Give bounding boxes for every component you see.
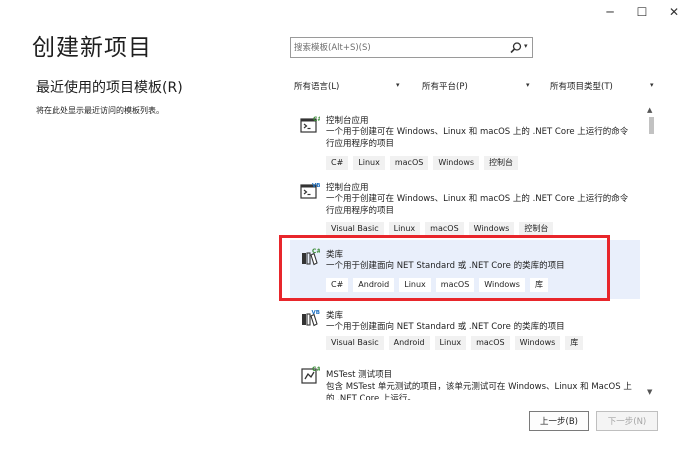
- tag-platform: macOS: [471, 336, 510, 350]
- template-tags: Visual Basic Linux macOS Windows 控制台: [326, 222, 554, 236]
- template-item-mstest[interactable]: C# MSTest 测试项目 包含 MSTest 单元测试的项目，该单元测试可在…: [290, 358, 640, 400]
- template-name: MSTest 测试项目: [326, 370, 393, 380]
- mstest-icon: C#: [301, 366, 320, 384]
- template-search-input[interactable]: [294, 40, 506, 56]
- chevron-down-icon: ▾: [526, 81, 530, 89]
- template-name: 控制台应用: [326, 183, 369, 193]
- template-name: 控制台应用: [326, 116, 369, 126]
- scroll-down-icon[interactable]: ▼: [647, 388, 652, 396]
- maximize-button[interactable]: ☐: [627, 3, 657, 21]
- svg-text:C#: C#: [313, 116, 320, 123]
- tag-platform: Linux: [353, 156, 385, 170]
- chevron-down-icon: ▾: [396, 81, 400, 89]
- search-icon[interactable]: [509, 41, 523, 55]
- tag-platform: macOS: [425, 222, 464, 236]
- highlight-annotation-box: [279, 235, 610, 301]
- template-tags: Visual Basic Android Linux macOS Windows…: [326, 336, 584, 350]
- tag-platform: macOS: [389, 156, 429, 170]
- template-item-class-library-vb[interactable]: VB 类库 一个用于创建面向 NET Standard 或 .NET Core …: [290, 302, 640, 356]
- tag-project-type: 库: [565, 336, 584, 350]
- tag-platform: Windows: [514, 336, 561, 350]
- chevron-down-icon: ▾: [650, 81, 654, 89]
- recent-templates-heading: 最近使用的项目模板(R): [36, 80, 183, 96]
- project-type-filter-label: 所有项目类型(T): [550, 82, 613, 92]
- close-button[interactable]: ✕: [659, 3, 689, 21]
- template-item-console-csharp[interactable]: C# 控制台应用 一个用于创建可在 Windows、Linux 和 macOS …: [290, 106, 640, 172]
- tag-project-type: 控制台: [519, 222, 554, 236]
- template-description: 一个用于创建面向 NET Standard 或 .NET Core 的类库的项目: [326, 322, 565, 332]
- search-options-dropdown[interactable]: ▾: [524, 42, 528, 50]
- minimize-button[interactable]: ─: [595, 3, 625, 21]
- project-type-filter-dropdown[interactable]: 所有项目类型(T) ▾: [550, 80, 660, 92]
- console-csharp-icon: C#: [300, 116, 320, 133]
- class-library-vb-icon: VB: [302, 310, 320, 327]
- svg-text:VB: VB: [312, 310, 320, 316]
- tag-platform: Linux: [434, 336, 467, 350]
- recent-templates-empty-hint: 将在此处显示最近访问的模板列表。: [36, 106, 164, 115]
- template-description: 包含 MSTest 单元测试的项目，该单元测试可在 Windows、Linux …: [326, 382, 632, 400]
- svg-text:C#: C#: [312, 366, 320, 373]
- next-button[interactable]: 下一步(N): [596, 411, 658, 431]
- tag-language: Visual Basic: [326, 336, 384, 350]
- template-description: 一个用于创建可在 Windows、Linux 和 macOS 上的 .NET C…: [326, 127, 629, 149]
- template-tags: C# Linux macOS Windows 控制台: [326, 156, 519, 170]
- language-filter-dropdown[interactable]: 所有语言(L) ▾: [294, 80, 406, 92]
- platform-filter-label: 所有平台(P): [422, 82, 468, 92]
- tag-platform: Windows: [468, 222, 515, 236]
- template-description: 一个用于创建可在 Windows、Linux 和 macOS 上的 .NET C…: [326, 194, 629, 216]
- tag-language: C#: [326, 156, 349, 170]
- tag-language: Visual Basic: [326, 222, 384, 236]
- platform-filter-dropdown[interactable]: 所有平台(P) ▾: [422, 80, 534, 92]
- tag-platform: Linux: [388, 222, 421, 236]
- scrollbar-thumb[interactable]: [649, 117, 654, 134]
- scroll-up-icon[interactable]: ▲: [647, 106, 652, 114]
- template-item-console-vb[interactable]: VB 控制台应用 一个用于创建可在 Windows、Linux 和 macOS …: [290, 173, 640, 237]
- page-title: 创建新项目: [32, 35, 152, 61]
- template-name: 类库: [326, 311, 344, 321]
- console-vb-icon: VB: [300, 183, 320, 199]
- tag-platform: Windows: [433, 156, 480, 170]
- svg-text:VB: VB: [312, 183, 320, 189]
- template-list-scrollbar[interactable]: ▲ ▼: [646, 106, 656, 400]
- tag-project-type: 控制台: [484, 156, 519, 170]
- language-filter-label: 所有语言(L): [294, 82, 340, 92]
- tag-platform: Android: [388, 336, 430, 350]
- template-search-box[interactable]: ▾: [290, 37, 533, 58]
- back-button[interactable]: 上一步(B): [529, 411, 589, 431]
